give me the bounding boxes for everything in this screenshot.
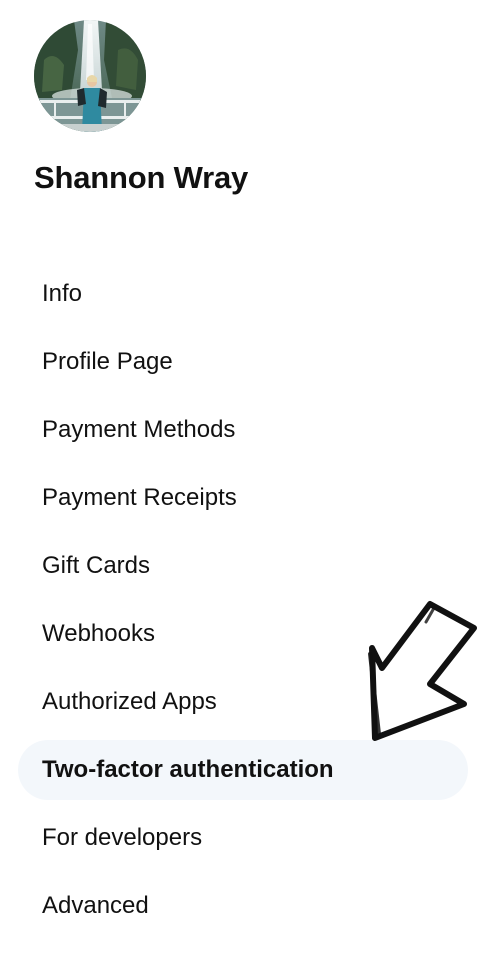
settings-nav: Info Profile Page Payment Methods Paymen… [18, 264, 468, 944]
nav-item-profile-page[interactable]: Profile Page [18, 332, 468, 392]
avatar[interactable] [34, 20, 146, 132]
nav-item-label: Gift Cards [42, 552, 151, 579]
nav-item-for-developers[interactable]: For developers [18, 808, 468, 868]
nav-item-info[interactable]: Info [18, 264, 468, 324]
nav-item-advanced[interactable]: Advanced [18, 876, 468, 936]
nav-item-label: Info [42, 280, 83, 307]
nav-item-label: Payment Receipts [42, 484, 237, 511]
avatar-photo [34, 20, 146, 132]
nav-item-label: Webhooks [42, 620, 155, 647]
nav-item-two-factor-authentication[interactable]: Two-factor authentication [18, 740, 468, 800]
nav-item-gift-cards[interactable]: Gift Cards [18, 536, 468, 596]
nav-item-payment-receipts[interactable]: Payment Receipts [18, 468, 468, 528]
nav-item-label: Payment Methods [42, 416, 236, 443]
nav-item-label: Authorized Apps [42, 688, 217, 715]
nav-item-label: Advanced [42, 892, 149, 919]
nav-item-payment-methods[interactable]: Payment Methods [18, 400, 468, 460]
nav-item-label: Two-factor authentication [42, 756, 334, 783]
nav-item-webhooks[interactable]: Webhooks [18, 604, 468, 664]
user-name: Shannon Wray [34, 160, 249, 195]
nav-item-label: Profile Page [42, 348, 173, 375]
nav-item-authorized-apps[interactable]: Authorized Apps [18, 672, 468, 732]
nav-item-label: For developers [42, 824, 203, 851]
